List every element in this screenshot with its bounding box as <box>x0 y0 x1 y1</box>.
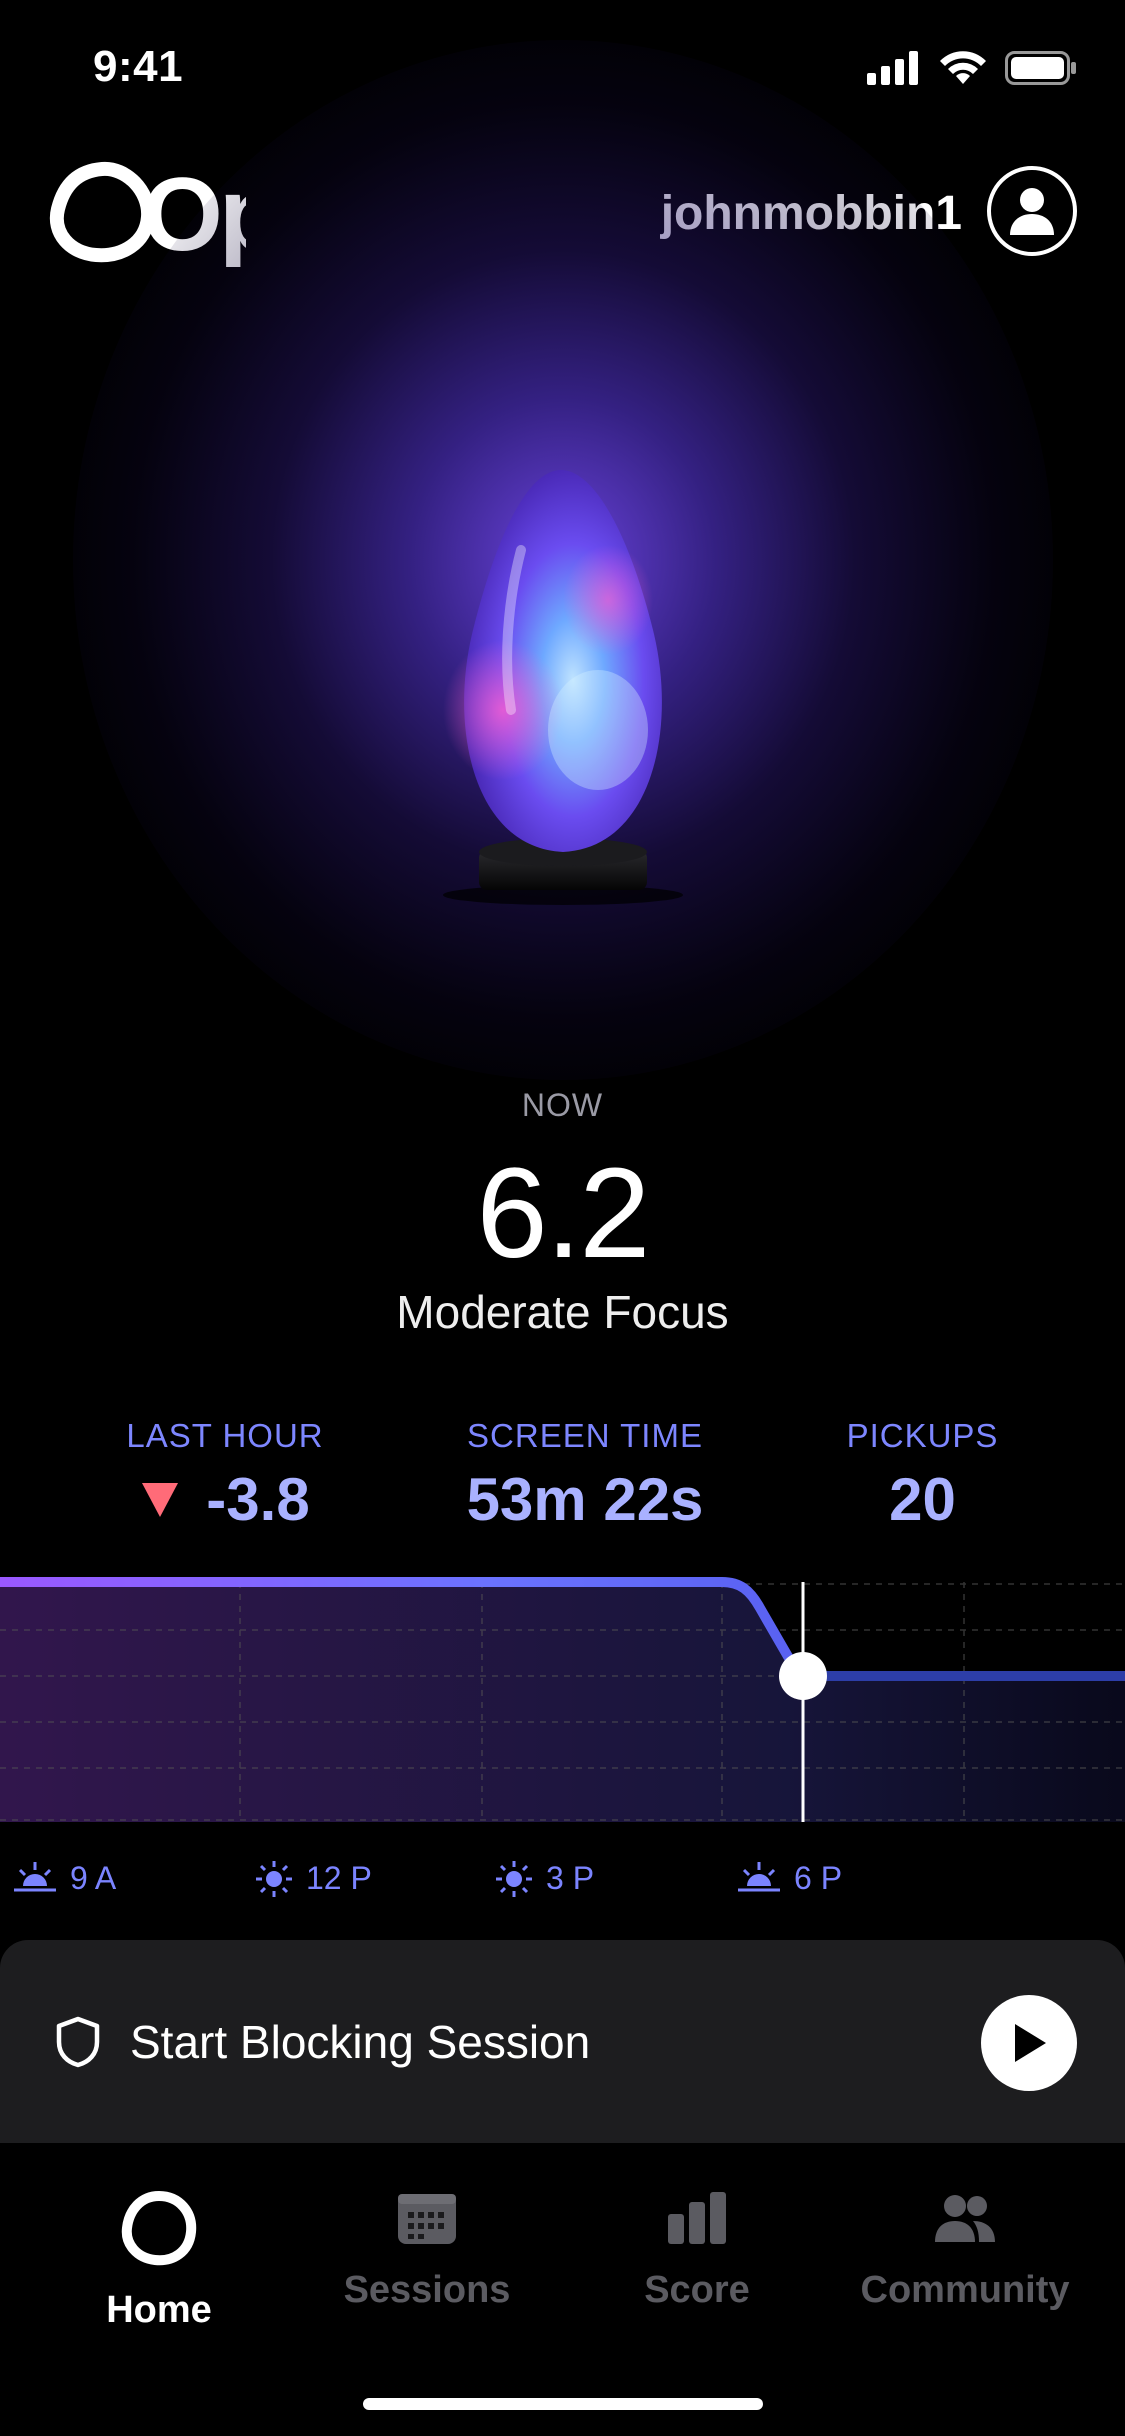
now-label: NOW <box>521 1087 604 1123</box>
time-label-12p: 12 P <box>256 1860 372 1897</box>
trend-down-icon <box>142 1482 179 1517</box>
focus-score: 6.2 <box>476 1142 651 1285</box>
stat-label: PICKUPS <box>846 1417 999 1454</box>
tab-label: Home <box>106 2289 212 2331</box>
tab-sessions[interactable]: Sessions <box>302 2190 552 2312</box>
sun-icon <box>496 1860 532 1897</box>
person-icon <box>1010 188 1054 235</box>
battery-icon <box>1005 51 1076 85</box>
home-indicator[interactable] <box>363 2398 763 2410</box>
opal-gem-illustration <box>442 470 683 905</box>
shield-icon <box>56 2016 100 2068</box>
tab-home[interactable]: Home <box>34 2190 284 2332</box>
start-session-play-button[interactable] <box>981 1995 1077 2091</box>
tab-label: Score <box>644 2269 750 2311</box>
chart-area <box>0 1582 1125 1822</box>
sunrise-icon <box>14 1861 56 1891</box>
tab-label: Sessions <box>343 2269 511 2311</box>
status-time: 9:41 <box>93 42 184 91</box>
stat-label: LAST HOUR <box>126 1417 324 1454</box>
stat-value: -3.8 <box>206 1466 310 1533</box>
bar-chart-icon <box>668 2192 726 2244</box>
stat-last-hour: LAST HOUR -3.8 <box>110 1417 340 1534</box>
play-icon <box>1015 2024 1046 2062</box>
calendar-icon <box>398 2194 456 2244</box>
tab-community[interactable]: Community <box>840 2190 1090 2312</box>
stat-pickups: PICKUPS 20 <box>830 1417 1015 1534</box>
time-label-9a: 9 A <box>14 1860 116 1897</box>
time-label-3p: 3 P <box>496 1860 594 1897</box>
time-label-text: 6 P <box>794 1860 843 1896</box>
people-icon <box>935 2195 995 2242</box>
sun-icon <box>256 1860 292 1897</box>
sunset-icon <box>738 1861 780 1891</box>
stat-value: 20 <box>889 1466 956 1533</box>
profile-button[interactable] <box>987 166 1077 256</box>
chart-time-axis: 9 A 12 P 3 P 6 P <box>0 1860 1125 1910</box>
focus-chart[interactable] <box>0 1560 1125 1830</box>
time-label-text: 9 A <box>70 1860 117 1896</box>
chart-current-marker <box>779 1652 827 1700</box>
stat-value: 53m 22s <box>466 1466 704 1533</box>
time-label-6p: 6 P <box>738 1860 842 1897</box>
tab-score[interactable]: Score <box>572 2190 822 2312</box>
stat-screen-time: SCREEN TIME 53m 22s <box>440 1417 730 1534</box>
time-label-text: 12 P <box>306 1860 372 1896</box>
tab-label: Community <box>860 2269 1070 2311</box>
time-label-text: 3 P <box>546 1860 595 1896</box>
cellular-signal-icon <box>867 51 918 85</box>
focus-description: Moderate Focus <box>396 1286 729 1338</box>
status-icons <box>867 50 1077 86</box>
start-blocking-session-label[interactable]: Start Blocking Session <box>130 2015 590 2069</box>
stat-label: SCREEN TIME <box>467 1417 703 1454</box>
wifi-icon <box>940 51 986 84</box>
opal-icon <box>121 2190 197 2266</box>
